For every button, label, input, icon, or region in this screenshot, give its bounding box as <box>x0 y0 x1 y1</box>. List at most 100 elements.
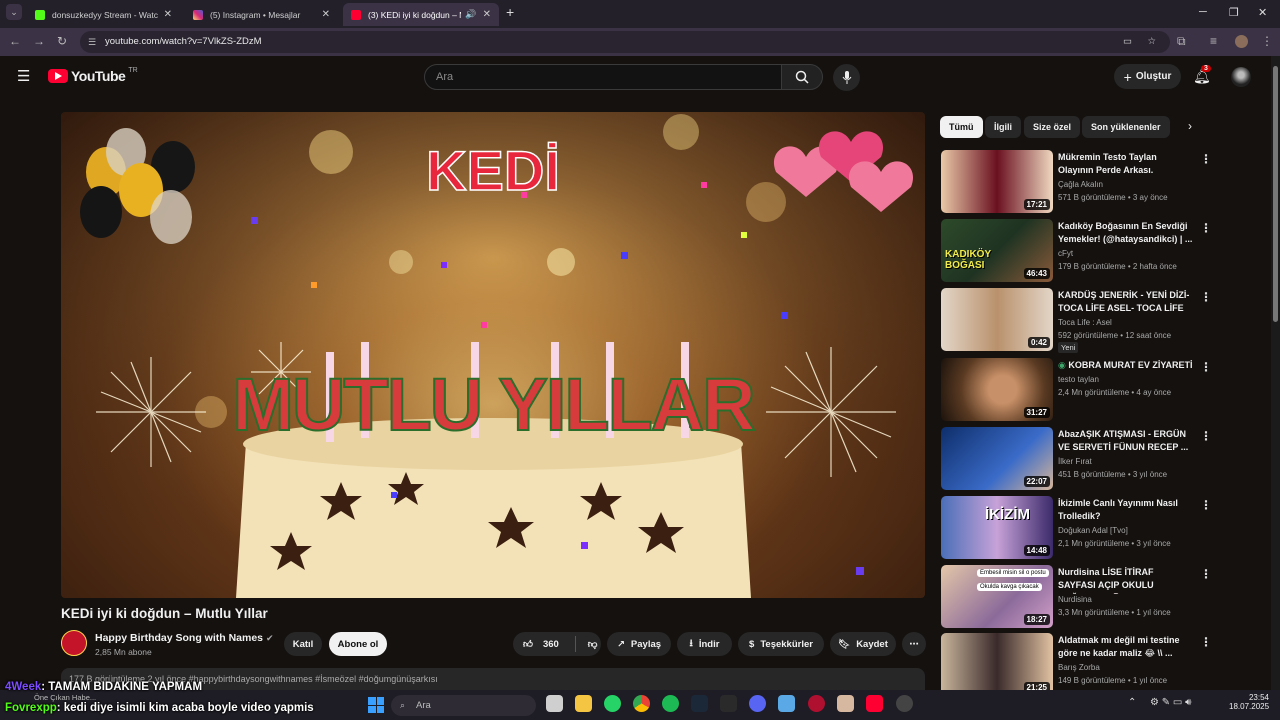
rec-channel[interactable]: Toca Life : Asel <box>1058 318 1112 327</box>
search-button[interactable] <box>781 64 823 90</box>
tab-kick[interactable]: donsuzkedyy Stream - Watch L ✕ <box>27 3 180 26</box>
page-scrollbar[interactable] <box>1271 56 1280 690</box>
file-explorer-icon[interactable] <box>575 695 592 712</box>
subscribe-button[interactable]: Abone ol <box>329 632 387 656</box>
tab-youtube[interactable]: (3) KEDi iyi ki doğdun – Mu 🔊 ✕ <box>343 3 499 26</box>
tab-instagram[interactable]: (5) Instagram • Mesajlar ✕ <box>185 3 338 26</box>
url-field[interactable]: ☰ youtube.com/watch?v=7VlkZS-ZDzM ▭ ☆ <box>80 31 1170 53</box>
chip-all[interactable]: Tümü <box>940 116 983 138</box>
video-thumbnail[interactable]: 0:42 <box>941 288 1053 351</box>
dislike-icon[interactable]: 👎︎ <box>588 638 598 650</box>
forward-icon[interactable]: → <box>33 34 45 48</box>
chrome-icon[interactable] <box>633 695 650 712</box>
notifications-bell-icon[interactable]: 🔔︎ 3 <box>1193 65 1211 85</box>
thanks-button[interactable]: $ Teşekkürler <box>738 632 824 656</box>
channel-name[interactable]: Happy Birthday Song with Names <box>95 632 263 644</box>
whatsapp-icon[interactable] <box>604 695 621 712</box>
maximize-button[interactable]: ❐ <box>1229 6 1239 19</box>
cast-icon[interactable]: ▭ <box>1123 31 1132 53</box>
more-actions-button[interactable]: ⋯ <box>902 632 926 656</box>
media-control-icon[interactable]: ≡ <box>1210 34 1217 48</box>
tray-icons[interactable]: ⚙ ✎ ▭ 🔊︎ <box>1150 697 1191 708</box>
create-button[interactable]: + Oluştur <box>1114 64 1181 89</box>
recommendation-item[interactable]: 17:21 Mükremin Testo Taylan Olayının Per… <box>941 150 1266 216</box>
rec-channel[interactable]: Çağla Akalın <box>1058 180 1103 189</box>
more-options-icon[interactable]: ⋮ <box>1200 635 1212 649</box>
rec-title[interactable]: KARDÜŞ JENERİK - YENİ DİZİ- TOCA LİFE AS… <box>1058 289 1193 317</box>
account-avatar[interactable] <box>1231 67 1251 87</box>
join-button[interactable]: Katıl <box>284 632 322 656</box>
extensions-icon[interactable]: ⧉ <box>1177 34 1186 49</box>
youtube-logo[interactable]: YouTube TR <box>48 67 138 84</box>
tray-chevron-icon[interactable]: ⌃ <box>1128 697 1136 708</box>
channel-name-row[interactable]: Happy Birthday Song with Names ✔ <box>95 632 274 644</box>
close-icon[interactable]: ✕ <box>164 9 172 20</box>
rec-channel[interactable]: Barış Zorba <box>1058 663 1100 672</box>
rec-channel[interactable]: cFyt <box>1058 249 1073 258</box>
video-thumbnail[interactable]: 22:07 <box>941 427 1053 490</box>
back-icon[interactable]: ← <box>9 34 21 48</box>
like-count[interactable]: 360 <box>543 639 559 650</box>
video-player[interactable]: KEDİ MUTLU YILLAR <box>61 112 925 598</box>
close-window-button[interactable]: ✕ <box>1258 6 1267 19</box>
recommendation-item[interactable]: Embesil misin sil o postu Okulda kavga ç… <box>941 565 1266 631</box>
recommendation-item[interactable]: 31:27 ◉ KOBRA MURAT EV ZİYARETİ testo ta… <box>941 358 1266 424</box>
video-thumbnail[interactable]: Embesil misin sil o postu Okulda kavga ç… <box>941 565 1053 628</box>
game-launcher-icon[interactable] <box>808 695 825 712</box>
new-tab-button[interactable]: + <box>506 4 514 20</box>
chevron-right-icon[interactable]: › <box>1188 119 1192 133</box>
video-thumbnail[interactable]: 21:25 <box>941 633 1053 696</box>
scrollbar-thumb[interactable] <box>1273 66 1278 322</box>
hamburger-menu-icon[interactable]: ☰ <box>17 67 30 85</box>
more-options-icon[interactable]: ⋮ <box>1200 360 1212 374</box>
photos-icon[interactable] <box>837 695 854 712</box>
video-thumbnail[interactable]: 31:27 <box>941 358 1053 421</box>
video-thumbnail[interactable]: İKİZİM 14:48 <box>941 496 1053 559</box>
audio-icon[interactable]: 🔊 <box>465 9 476 20</box>
rec-channel[interactable]: testo taylan <box>1058 375 1099 384</box>
more-options-icon[interactable]: ⋮ <box>1200 498 1212 512</box>
task-view-icon[interactable] <box>546 695 563 712</box>
windows-start-icon[interactable] <box>368 697 384 713</box>
discord-icon[interactable] <box>749 695 766 712</box>
video-thumbnail[interactable]: KADIKÖY BOĞASI 46:43 <box>941 219 1053 282</box>
close-icon[interactable]: ✕ <box>483 9 491 20</box>
rec-channel[interactable]: İlker Fırat <box>1058 457 1092 466</box>
spotify-icon[interactable] <box>662 695 679 712</box>
rec-title[interactable]: ◉ KOBRA MURAT EV ZİYARETİ <box>1058 359 1193 372</box>
search-input[interactable]: Ara <box>424 64 782 90</box>
share-button[interactable]: ↗ Paylaş <box>607 632 671 656</box>
obs-icon[interactable] <box>896 695 913 712</box>
profile-avatar[interactable] <box>1235 35 1248 48</box>
like-icon[interactable]: 👍︎ <box>523 638 533 650</box>
recommendation-item[interactable]: 0:42 KARDÜŞ JENERİK - YENİ DİZİ- TOCA Lİ… <box>941 288 1266 354</box>
download-button[interactable]: ⭳ İndir <box>677 632 732 656</box>
reload-icon[interactable]: ↻ <box>57 34 67 48</box>
rec-channel[interactable]: Nurdisina <box>1058 595 1092 604</box>
taskbar-search[interactable]: ⌕ Ara <box>391 695 536 716</box>
rec-title[interactable]: Aldatmak mı değil mi testine göre ne kad… <box>1058 634 1193 660</box>
chip-recently-uploaded[interactable]: Son yüklenenler <box>1082 116 1170 138</box>
tab-search-icon[interactable]: ⌄ <box>6 4 22 20</box>
rec-title[interactable]: İkizimle Canlı Yayınımı Nasıl Trolledik? <box>1058 497 1193 523</box>
recommendation-item[interactable]: KADIKÖY BOĞASI 46:43 Kadıköy Boğasının E… <box>941 219 1266 285</box>
more-options-icon[interactable]: ⋮ <box>1200 152 1212 166</box>
video-thumbnail[interactable]: 17:21 <box>941 150 1053 213</box>
channel-avatar[interactable] <box>61 630 87 656</box>
more-options-icon[interactable]: ⋮ <box>1200 290 1212 304</box>
more-options-icon[interactable]: ⋮ <box>1200 429 1212 443</box>
more-options-icon[interactable]: ⋮ <box>1200 221 1212 235</box>
menu-kebab-icon[interactable]: ⋮ <box>1261 34 1273 48</box>
save-button[interactable]: 🔖︎ Kaydet <box>830 632 896 656</box>
rec-title[interactable]: Mükremin Testo Taylan Olayının Perde Ark… <box>1058 151 1193 177</box>
chip-related[interactable]: İlgili <box>985 116 1021 138</box>
voice-search-button[interactable] <box>833 64 860 91</box>
bookmark-star-icon[interactable]: ☆ <box>1147 31 1156 53</box>
news-widget-label[interactable]: Öne Çıkan Habe... <box>34 693 96 702</box>
steam-icon[interactable] <box>691 695 708 712</box>
close-icon[interactable]: ✕ <box>322 9 330 20</box>
epic-games-icon[interactable] <box>720 695 737 712</box>
recommendation-item[interactable]: İKİZİM 14:48 İkizimle Canlı Yayınımı Nas… <box>941 496 1266 562</box>
app-icon[interactable] <box>778 695 795 712</box>
rec-channel[interactable]: Doğukan Adal [Tvo] <box>1058 526 1128 535</box>
